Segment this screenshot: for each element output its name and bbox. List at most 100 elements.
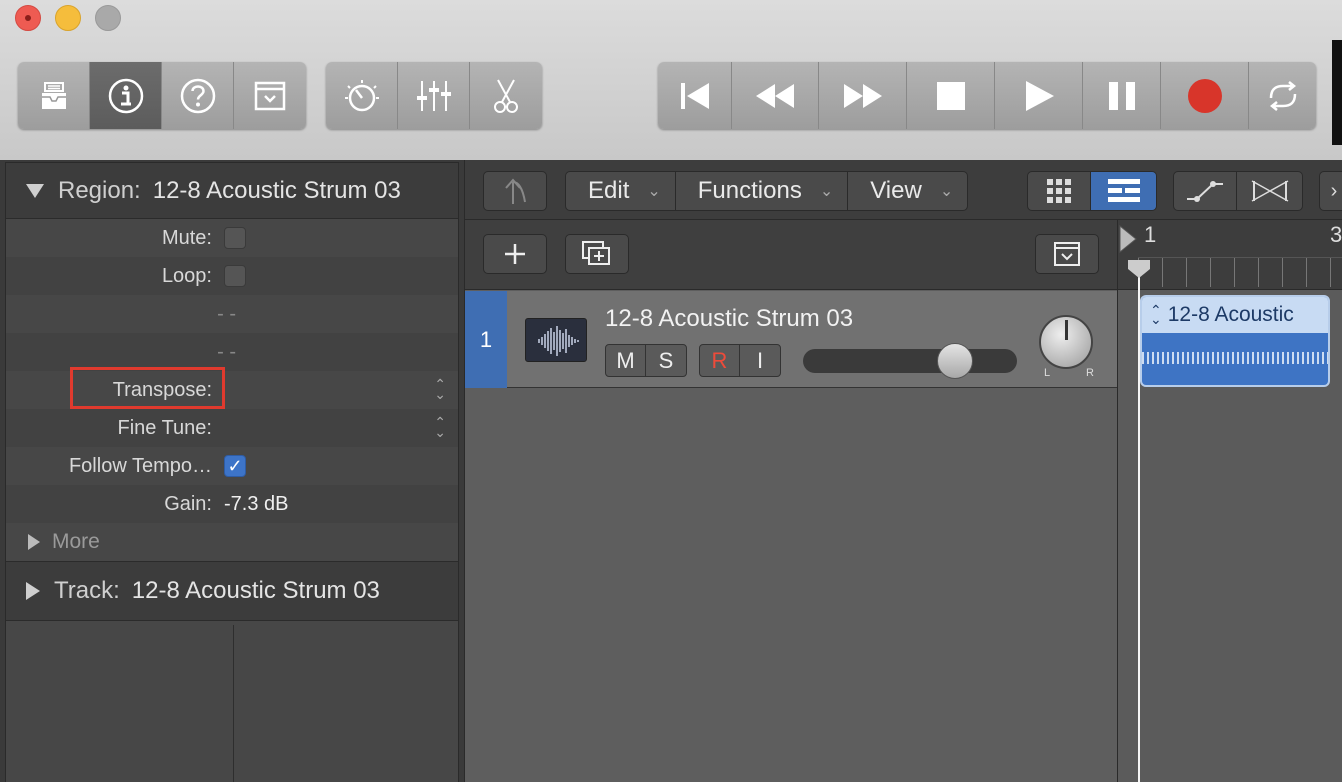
minimize-window-button[interactable] bbox=[55, 5, 81, 31]
mixer-button[interactable] bbox=[398, 62, 470, 129]
toolbar-toggle-button[interactable] bbox=[234, 62, 306, 129]
rewind-button[interactable] bbox=[732, 62, 819, 129]
record-enable-button[interactable]: R bbox=[700, 345, 740, 376]
track-inspector-header[interactable]: Track: 12-8 Acoustic Strum 03 bbox=[6, 561, 458, 621]
track-row[interactable]: 1 12-8 Acoustic Strum 03 M S R I L R bbox=[465, 291, 1117, 388]
pause-button[interactable] bbox=[1083, 62, 1161, 129]
fine-tune-row[interactable]: Fine Tune: ⌃ ⌄ bbox=[6, 409, 458, 447]
library-button[interactable] bbox=[18, 62, 90, 129]
transpose-row[interactable]: Transpose: ⌃ ⌄ bbox=[6, 367, 458, 409]
view-menu[interactable]: View ⌄ bbox=[848, 172, 967, 210]
track-name[interactable]: 12-8 Acoustic Strum 03 bbox=[605, 305, 853, 333]
volume-slider-knob[interactable] bbox=[937, 343, 973, 379]
stop-button[interactable] bbox=[907, 62, 995, 129]
tracks-toolbar: Edit ⌄ Functions ⌄ View ⌄ › bbox=[465, 160, 1342, 220]
loop-label: Loop: bbox=[161, 264, 212, 287]
add-track-button[interactable] bbox=[483, 234, 547, 274]
bar-number: 1 bbox=[1144, 222, 1157, 247]
more-tools-button[interactable]: › bbox=[1319, 171, 1342, 211]
inspector-button[interactable] bbox=[90, 62, 162, 129]
smart-controls-button[interactable] bbox=[326, 62, 398, 129]
gain-row[interactable]: Gain: -7.3 dB bbox=[6, 485, 458, 523]
record-button[interactable] bbox=[1161, 62, 1249, 129]
flex-icon bbox=[1251, 180, 1288, 202]
pan-knob[interactable] bbox=[1039, 315, 1093, 369]
fine-tune-label: Fine Tune: bbox=[117, 416, 212, 439]
region-inspector-header[interactable]: Region: 12-8 Acoustic Strum 03 bbox=[6, 163, 458, 219]
stop-icon bbox=[936, 81, 965, 110]
tracks-list-icon bbox=[1107, 179, 1140, 202]
info-icon bbox=[108, 78, 143, 113]
mute-checkbox[interactable] bbox=[224, 227, 246, 249]
back-arrow-icon bbox=[505, 178, 526, 204]
region-header[interactable]: ⌃ ⌄ 12-8 Acoustic bbox=[1142, 297, 1328, 333]
grid-icon bbox=[1047, 179, 1071, 203]
up-down-stepper-icon[interactable]: ⌃ ⌄ bbox=[434, 377, 446, 401]
region-stepper-icon: ⌃ ⌄ bbox=[1150, 302, 1162, 327]
loop-row: Loop: bbox=[6, 257, 458, 295]
track-headers: 1 12-8 Acoustic Strum 03 M S R I L R bbox=[465, 220, 1117, 782]
functions-menu[interactable]: Functions ⌄ bbox=[676, 172, 849, 210]
more-disclosure[interactable]: More bbox=[6, 523, 458, 561]
edit-menu[interactable]: Edit ⌄ bbox=[566, 172, 676, 210]
disclosure-open-icon bbox=[26, 183, 44, 198]
solo-button[interactable]: S bbox=[646, 345, 686, 376]
mixer-icon bbox=[416, 80, 451, 111]
tracks-menu-bar: Edit ⌄ Functions ⌄ View ⌄ bbox=[565, 171, 969, 211]
view-menu-label: View bbox=[870, 177, 922, 204]
edit-menu-label: Edit bbox=[588, 177, 630, 204]
tracks-area: Edit ⌄ Functions ⌄ View ⌄ › 1 12-8 Acous… bbox=[464, 160, 1342, 782]
volume-slider[interactable] bbox=[803, 343, 1017, 379]
zoom-window-button[interactable] bbox=[95, 5, 121, 31]
loop-checkbox[interactable] bbox=[224, 265, 246, 287]
window-edge bbox=[1332, 40, 1342, 145]
input-monitor-button[interactable]: I bbox=[740, 345, 780, 376]
ruler-ticks bbox=[1138, 257, 1342, 287]
region-name: 12-8 Acoustic bbox=[1167, 303, 1294, 326]
transpose-highlight-box bbox=[70, 367, 225, 409]
editors-button[interactable] bbox=[470, 62, 542, 129]
triangle-right-icon bbox=[1119, 224, 1137, 254]
pan-left-label: L bbox=[1044, 367, 1051, 379]
up-down-stepper-icon[interactable]: ⌃ ⌄ bbox=[434, 415, 446, 439]
global-tracks-icon bbox=[1054, 242, 1080, 266]
track-header-toolbar bbox=[465, 220, 1117, 290]
bar-ruler[interactable]: 1 3 bbox=[1118, 220, 1342, 290]
global-tracks-button[interactable] bbox=[1035, 234, 1099, 274]
follow-tempo-checkbox[interactable]: ✓ bbox=[224, 455, 246, 477]
rewind-icon bbox=[756, 83, 794, 108]
channel-strip-area bbox=[6, 625, 458, 782]
library-icon bbox=[41, 81, 66, 109]
audio-region[interactable]: ⌃ ⌄ 12-8 Acoustic bbox=[1140, 295, 1330, 387]
cycle-button[interactable] bbox=[1249, 62, 1316, 129]
region-name: 12-8 Acoustic Strum 03 bbox=[152, 176, 401, 204]
quick-help-button[interactable] bbox=[162, 62, 234, 129]
chevron-right-icon: › bbox=[1330, 179, 1338, 202]
automation-button[interactable] bbox=[1174, 172, 1238, 210]
track-name: 12-8 Acoustic Strum 03 bbox=[131, 577, 380, 604]
back-button[interactable] bbox=[483, 171, 547, 211]
help-icon bbox=[180, 78, 215, 113]
play-icon bbox=[1025, 80, 1054, 111]
inspector-panel: Region: 12-8 Acoustic Strum 03 Mute: Loo… bbox=[5, 162, 459, 782]
smart-controls-icon bbox=[344, 79, 379, 111]
flex-button[interactable] bbox=[1237, 172, 1302, 210]
record-input-group: R I bbox=[699, 344, 781, 377]
close-window-button[interactable] bbox=[15, 5, 41, 31]
title-bar bbox=[0, 0, 1342, 160]
skip-to-start-icon bbox=[680, 82, 709, 109]
automation-toggle bbox=[1173, 171, 1303, 211]
fast-forward-button[interactable] bbox=[819, 62, 907, 129]
placeholder-dashes: - - bbox=[217, 340, 236, 363]
list-view-button[interactable] bbox=[1091, 172, 1156, 210]
go-to-beginning-button[interactable] bbox=[658, 62, 732, 129]
play-button[interactable] bbox=[995, 62, 1083, 129]
mute-button[interactable]: M bbox=[606, 345, 646, 376]
playhead[interactable] bbox=[1138, 260, 1140, 782]
gain-value[interactable]: -7.3 dB bbox=[224, 493, 288, 516]
placeholder-dashes: - - bbox=[217, 302, 236, 325]
duplicate-track-button[interactable] bbox=[565, 234, 629, 274]
grid-view-button[interactable] bbox=[1028, 172, 1092, 210]
view-mode-toggle bbox=[1027, 171, 1157, 211]
channel-strip-divider bbox=[233, 625, 234, 782]
